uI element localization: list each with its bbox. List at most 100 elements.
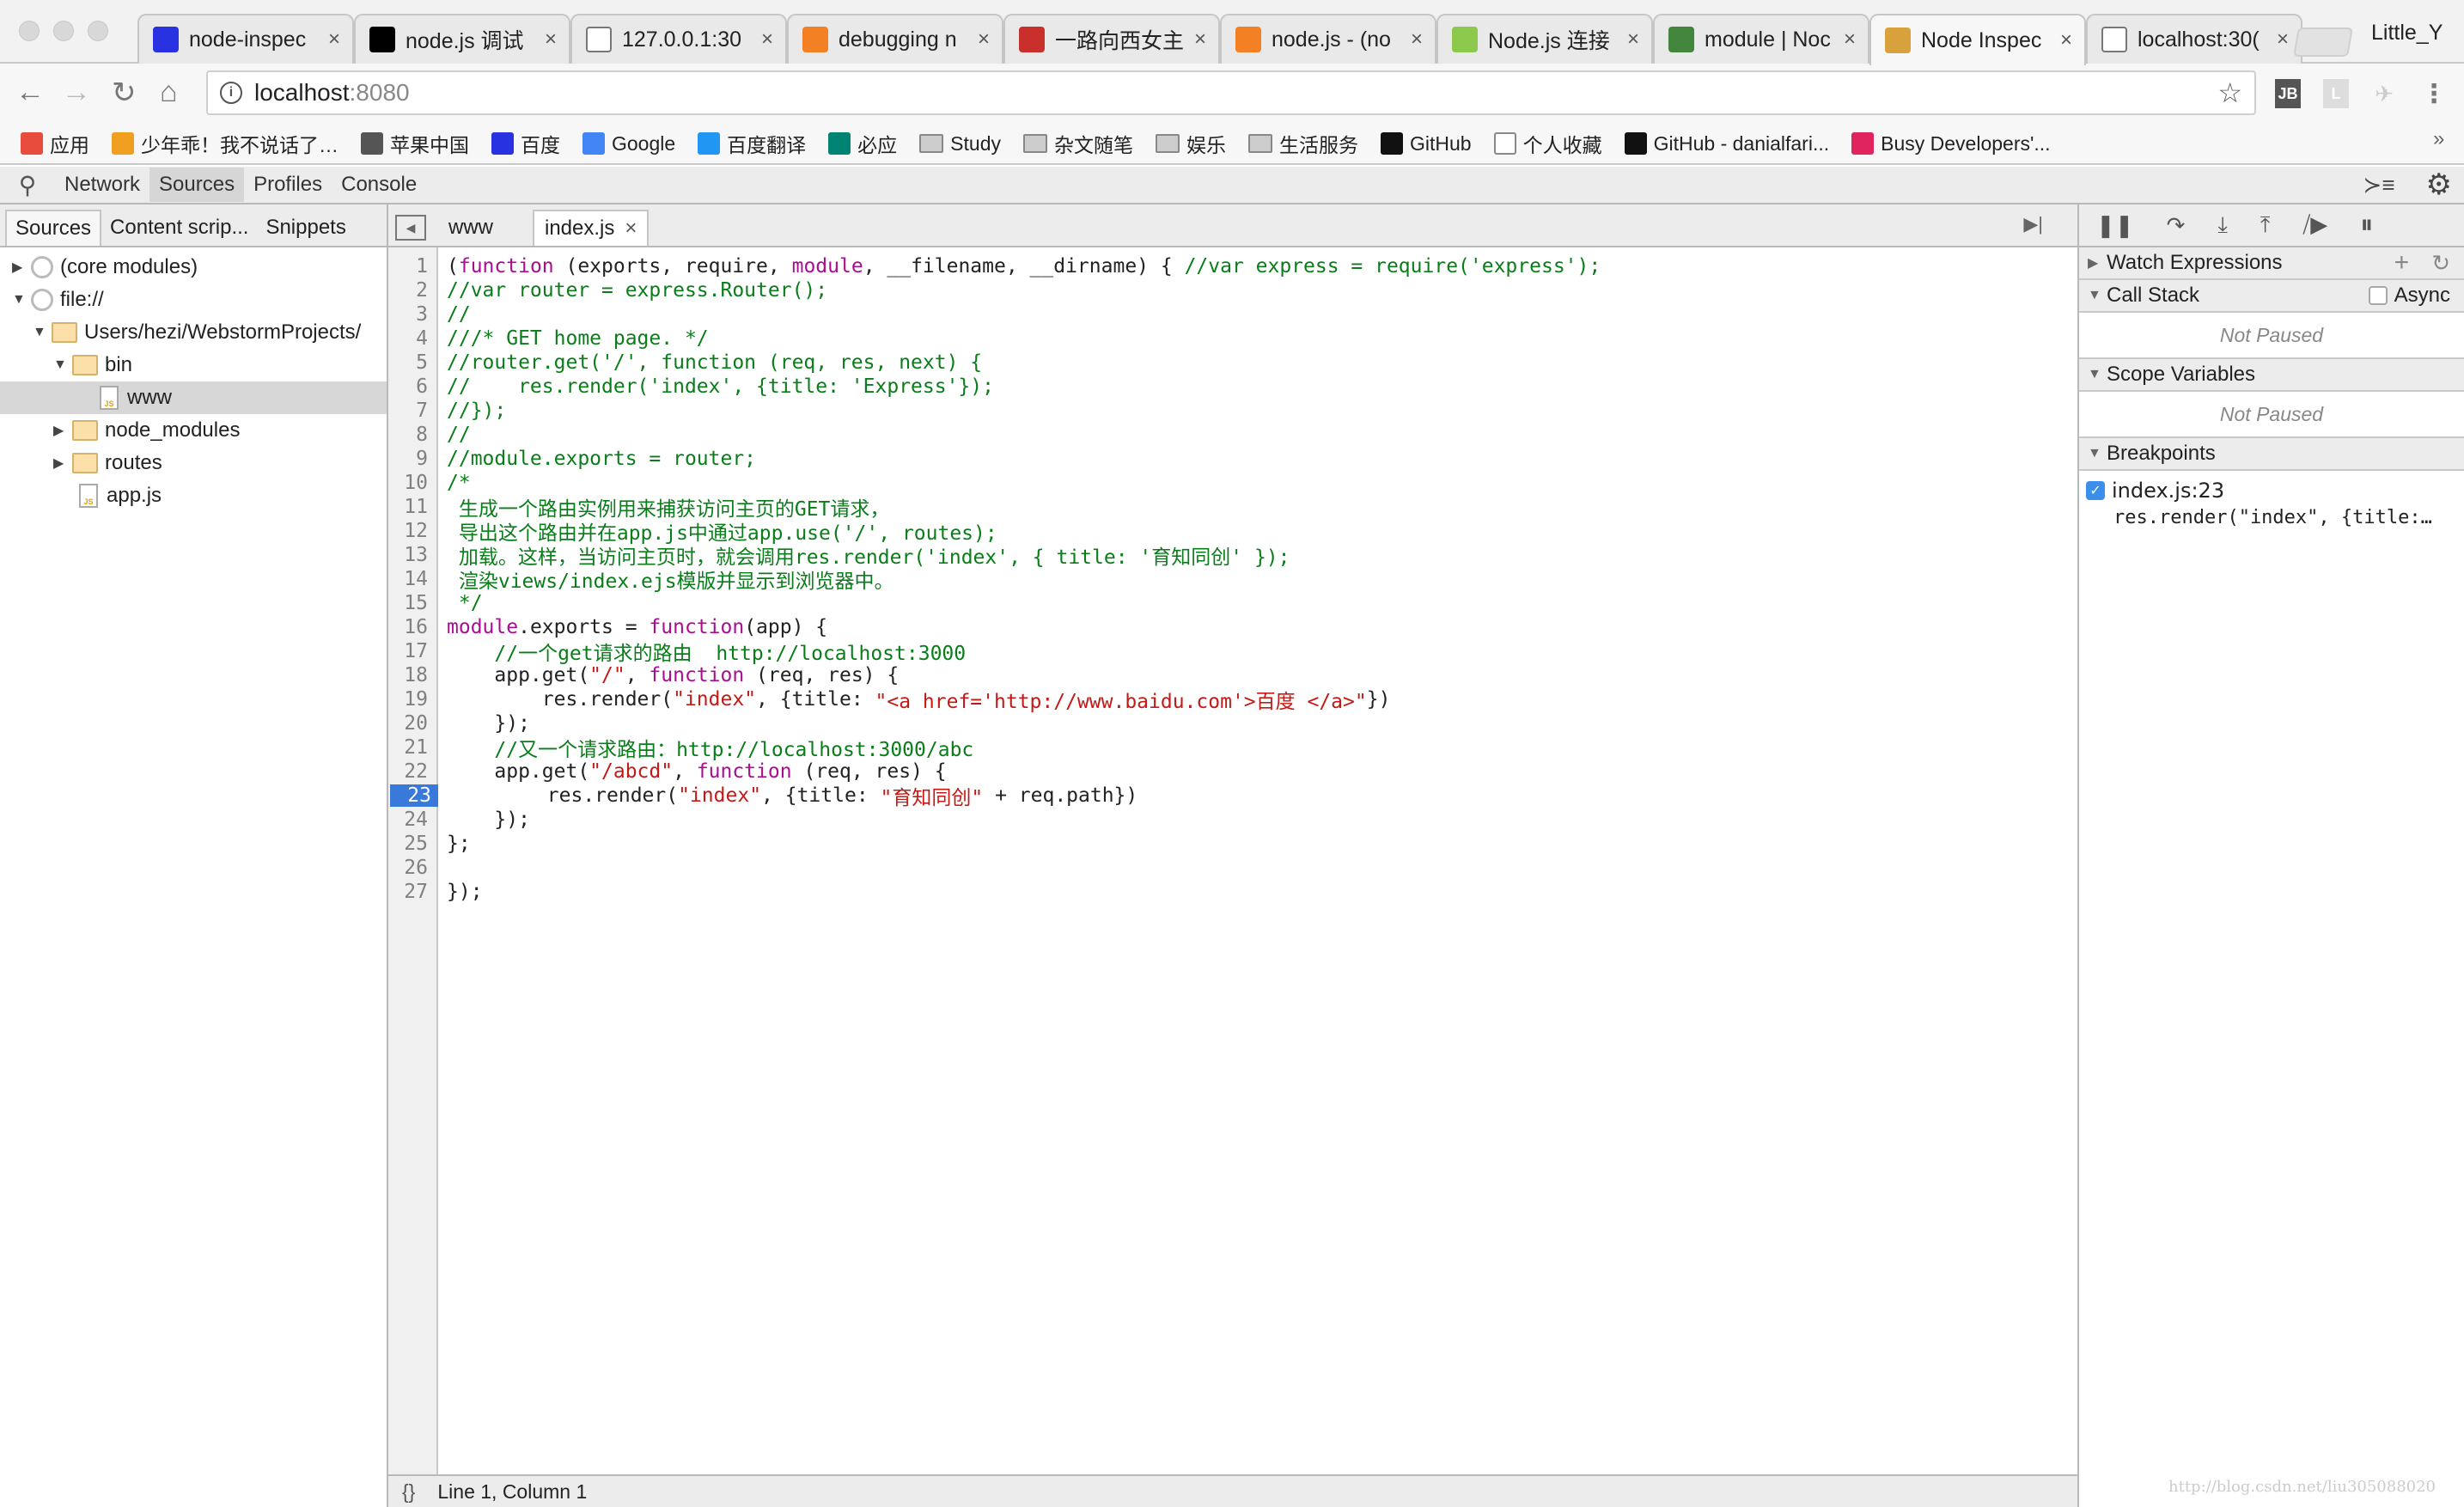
- l-extension-icon[interactable]: L: [2323, 79, 2349, 108]
- back-icon[interactable]: ←: [15, 76, 45, 109]
- line-number[interactable]: 5: [388, 351, 433, 374]
- bookmark-item[interactable]: 百度翻译: [698, 129, 806, 158]
- pause-on-exceptions-icon[interactable]: ⏸: [2360, 210, 2373, 240]
- close-tab-icon[interactable]: ×: [545, 27, 557, 52]
- line-number[interactable]: 19: [388, 688, 433, 711]
- refresh-icon[interactable]: ↻: [2431, 250, 2450, 277]
- toggle-navigator-icon[interactable]: ◀: [395, 215, 426, 241]
- line-number[interactable]: 17: [388, 640, 433, 662]
- panel-tab-sources[interactable]: Sources: [149, 168, 245, 202]
- line-number[interactable]: 27: [388, 881, 433, 903]
- line-number[interactable]: 14: [388, 568, 433, 590]
- bookmark-star-icon[interactable]: ☆: [2217, 76, 2242, 109]
- line-number[interactable]: 24: [388, 808, 433, 831]
- line-number[interactable]: 6: [388, 375, 433, 398]
- close-tab-icon[interactable]: ×: [1844, 27, 1856, 52]
- close-tab-icon[interactable]: ×: [1194, 27, 1206, 52]
- panel-tab-network[interactable]: Network: [55, 168, 149, 202]
- navigator-tab[interactable]: Content scrip...: [101, 210, 257, 246]
- browser-tab[interactable]: localhost:30(×: [2086, 14, 2302, 64]
- close-tab-icon[interactable]: ×: [978, 27, 990, 52]
- browser-tab[interactable]: debugging n ×: [787, 14, 1003, 64]
- profile-name[interactable]: Little_Y: [2371, 21, 2443, 46]
- expand-arrow-icon[interactable]: ▼: [12, 292, 31, 308]
- bookmark-item[interactable]: 苹果中国: [361, 129, 469, 158]
- editor-tab[interactable]: index.js ×: [533, 210, 650, 246]
- line-number[interactable]: 18: [388, 664, 433, 686]
- line-number[interactable]: 13: [388, 544, 433, 566]
- tree-item[interactable]: JS www: [0, 381, 387, 414]
- code-content[interactable]: 1(function (exports, require, module, __…: [388, 254, 2077, 904]
- tree-item[interactable]: ▼ bin: [0, 349, 387, 381]
- drawer-toggle-icon[interactable]: ≻≡: [2363, 172, 2395, 198]
- tree-item[interactable]: ▶ routes: [0, 447, 387, 479]
- line-number[interactable]: 8: [388, 424, 433, 446]
- deactivate-breakpoints-icon[interactable]: ⧸▶: [2302, 211, 2327, 239]
- pretty-print-button[interactable]: {}: [402, 1480, 415, 1504]
- tree-item[interactable]: ▶ node_modules: [0, 414, 387, 447]
- expand-arrow-icon[interactable]: ▶: [53, 455, 72, 472]
- bookmarks-overflow-icon[interactable]: »: [2433, 127, 2444, 151]
- reload-icon[interactable]: ↻: [112, 76, 137, 110]
- line-number[interactable]: 2: [388, 279, 433, 302]
- breakpoints-header[interactable]: ▼ Breakpoints: [2079, 438, 2464, 471]
- browser-tab[interactable]: module | Noc ×: [1653, 14, 1869, 64]
- close-tab-icon[interactable]: ×: [2060, 28, 2072, 52]
- info-icon[interactable]: i: [220, 82, 242, 104]
- search-icon[interactable]: ⚲: [0, 171, 55, 199]
- line-number[interactable]: 22: [388, 760, 433, 783]
- line-number[interactable]: 15: [388, 592, 433, 614]
- minimize-window-button[interactable]: [53, 21, 74, 41]
- watch-expressions-header[interactable]: ▶ Watch Expressions + ↻: [2079, 247, 2464, 280]
- bird-extension-icon[interactable]: ✈: [2371, 79, 2397, 108]
- gear-icon[interactable]: ⚙: [2426, 168, 2452, 202]
- call-stack-header[interactable]: ▼ Call Stack Async: [2079, 280, 2464, 313]
- step-over-icon[interactable]: ↷: [2167, 212, 2186, 239]
- bookmark-item[interactable]: 百度: [491, 129, 560, 158]
- line-number[interactable]: 16: [388, 616, 433, 638]
- line-number[interactable]: 20: [388, 712, 433, 735]
- line-number[interactable]: 12: [388, 520, 433, 542]
- new-tab-button[interactable]: [2293, 27, 2353, 57]
- bookmark-item[interactable]: Google: [582, 132, 675, 156]
- breakpoint-marker[interactable]: 23: [390, 784, 438, 807]
- scope-variables-header[interactable]: ▼ Scope Variables: [2079, 359, 2464, 392]
- close-tab-icon[interactable]: ×: [2277, 27, 2289, 52]
- maximize-window-button[interactable]: [88, 21, 108, 41]
- line-number[interactable]: 9: [388, 448, 433, 470]
- pause-icon[interactable]: ❚❚: [2096, 212, 2134, 239]
- close-tab-icon[interactable]: ×: [328, 27, 340, 52]
- expand-arrow-icon[interactable]: ▶: [53, 422, 72, 439]
- browser-tab[interactable]: 一路向西女主 ×: [1003, 14, 1220, 64]
- bookmark-item[interactable]: 生活服务: [1248, 129, 1358, 158]
- expand-arrow-icon[interactable]: ▶: [12, 259, 31, 276]
- bookmark-item[interactable]: GitHub: [1381, 132, 1472, 156]
- expand-arrow-icon[interactable]: ▼: [53, 357, 72, 373]
- line-number[interactable]: 11: [388, 496, 433, 518]
- navigator-tab[interactable]: Sources: [5, 210, 102, 246]
- breakpoint-item[interactable]: ✓ index.js:23 res.render("index", {title…: [2079, 471, 2464, 533]
- line-number[interactable]: 25: [388, 833, 433, 855]
- bookmark-item[interactable]: 个人收藏: [1493, 129, 1602, 158]
- home-icon[interactable]: ⌂: [160, 76, 178, 109]
- breakpoint-checkbox[interactable]: ✓: [2086, 481, 2105, 500]
- browser-tab[interactable]: node-inspec ×: [137, 14, 354, 64]
- panel-tab-profiles[interactable]: Profiles: [244, 168, 332, 202]
- browser-tab[interactable]: 127.0.0.1:30 ×: [570, 14, 787, 64]
- bookmark-item[interactable]: GitHub - danialfari...: [1624, 132, 1829, 156]
- navigator-tab[interactable]: Snippets: [257, 210, 354, 246]
- bookmark-item[interactable]: Study: [919, 132, 1001, 156]
- browser-tab[interactable]: Node Inspec ×: [1869, 14, 2086, 65]
- tree-item[interactable]: ▼ file://: [0, 284, 387, 316]
- bookmark-item[interactable]: 必应: [828, 129, 897, 158]
- close-window-button[interactable]: [19, 21, 40, 41]
- panel-tab-console[interactable]: Console: [332, 168, 426, 202]
- line-number[interactable]: 10: [388, 472, 433, 494]
- browser-tab[interactable]: node.js - (no ×: [1220, 14, 1436, 64]
- line-number[interactable]: 1: [388, 255, 433, 278]
- jetbrains-extension-icon[interactable]: JB: [2275, 79, 2301, 108]
- browser-tab[interactable]: node.js 调试 ×: [354, 14, 570, 64]
- tree-item[interactable]: ▶ (core modules): [0, 251, 387, 284]
- tree-item[interactable]: JS app.js: [0, 479, 387, 512]
- close-tab-icon[interactable]: ×: [761, 27, 773, 52]
